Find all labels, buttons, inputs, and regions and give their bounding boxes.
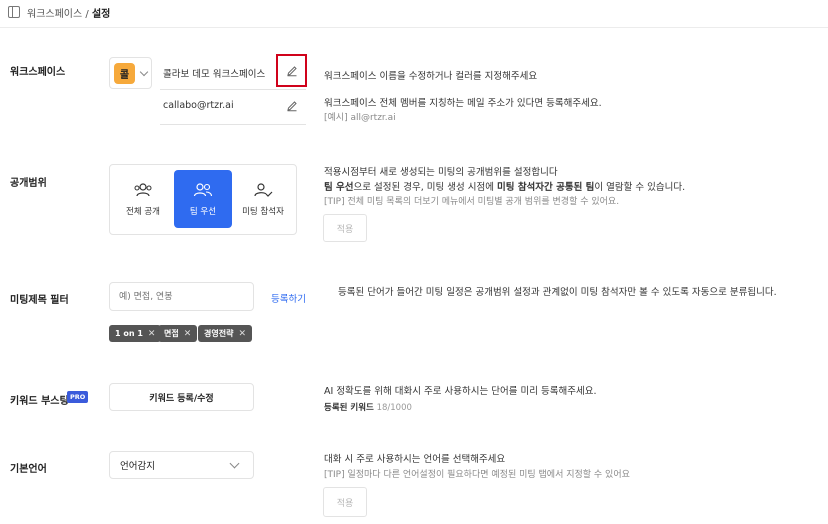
workspace-name-description: 워크스페이스 이름을 수정하거나 컬러를 지정해주세요	[324, 71, 538, 82]
team-icon	[193, 182, 213, 196]
scope-option-label: 팀 우선	[189, 206, 217, 217]
keyword-label: 키워드 부스팅	[10, 396, 69, 407]
close-icon[interactable]: ✕	[184, 329, 192, 339]
filter-label: 미팅제목 필터	[10, 295, 69, 306]
filter-chip: 면접 ✕	[158, 325, 198, 342]
scope-option-team[interactable]: 팀 우선	[174, 170, 232, 228]
keyword-description: AI 정확도를 위해 대화시 주로 사용하시는 단어를 미리 등록해주세요.	[324, 386, 597, 397]
scope-option-label: 미팅 참석자	[242, 206, 284, 217]
color-picker[interactable]: 콜	[109, 57, 152, 89]
filter-chip: 1 on 1 ✕	[109, 325, 162, 342]
scope-apply-button[interactable]: 적용	[323, 214, 367, 242]
scope-bold-team: 팀 우선	[324, 182, 354, 193]
chip-label: 경영전략	[204, 329, 234, 338]
workspace-avatar: 콜	[114, 62, 135, 84]
scope-tip: [TIP] 전체 미팅 목록의 더보기 메뉴에서 미팅별 공개 범위를 변경할 …	[324, 197, 620, 207]
keyword-count-value: 18/1000	[376, 403, 412, 413]
close-icon[interactable]: ✕	[148, 329, 156, 339]
language-select[interactable]: 언어감지	[109, 451, 254, 479]
breadcrumb-separator: /	[85, 9, 89, 20]
group-icon	[134, 182, 152, 196]
name-underline	[160, 89, 306, 90]
filter-input[interactable]	[109, 282, 254, 311]
keyword-count-label: 등록된 키워드	[324, 403, 374, 413]
workspace-name-field[interactable]: 콜라보 데모 워크스페이스	[163, 66, 265, 80]
language-label: 기본언어	[10, 464, 47, 475]
scope-label: 공개범위	[10, 178, 47, 189]
sidebar-toggle-icon[interactable]	[8, 6, 20, 18]
filter-description: 등록된 단어가 들어간 미팅 일정은 공개범위 설정과 관계없이 미팅 참석자만…	[338, 287, 777, 298]
keyword-count: 등록된 키워드 18/1000	[324, 401, 412, 413]
pencil-icon[interactable]	[286, 100, 298, 112]
language-selected-value: 언어감지	[120, 461, 155, 472]
language-tip: [TIP] 일정마다 다른 언어설정이 필요하다면 예정된 미팅 탭에서 지정할…	[324, 470, 630, 480]
scope-option-label: 전체 공개	[126, 206, 160, 217]
scope-description-detail: 팀 우선으로 설정된 경우, 미팅 생성 시점에 미팅 참석자간 공통된 팀이 …	[324, 179, 685, 193]
scope-desc-end: 이 열람할 수 있습니다.	[594, 182, 686, 193]
filter-register-link[interactable]: 등록하기	[271, 291, 306, 305]
pro-badge: PRO	[67, 391, 89, 403]
email-underline	[160, 124, 306, 125]
pencil-icon[interactable]	[286, 65, 298, 77]
chip-label: 면접	[164, 329, 179, 338]
scope-description: 적용시점부터 새로 생성되는 미팅의 공개범위를 설정합니다	[324, 167, 558, 178]
breadcrumb: 워크스페이스 / 설정	[27, 5, 110, 20]
workspace-email-hint: [예시] all@rtzr.ai	[324, 113, 396, 123]
workspace-email-field[interactable]: callabo@rtzr.ai	[163, 100, 234, 111]
attendee-check-icon	[254, 182, 273, 197]
chevron-down-icon	[229, 458, 240, 468]
workspace-email-description: 워크스페이스 전체 멤버를 지칭하는 메일 주소가 있다면 등록해주세요.	[324, 98, 602, 109]
close-icon[interactable]: ✕	[238, 329, 246, 339]
language-apply-button[interactable]: 적용	[323, 487, 367, 517]
chip-label: 1 on 1	[115, 329, 143, 338]
breadcrumb-parent[interactable]: 워크스페이스	[27, 9, 82, 20]
language-description: 대화 시 주로 사용하시는 언어를 선택해주세요	[324, 454, 506, 465]
scope-desc-mid: 으로 설정된 경우, 미팅 생성 시점에	[353, 182, 498, 193]
filter-chip: 경영전략 ✕	[198, 325, 252, 342]
scope-option-all[interactable]: 전체 공개	[113, 170, 173, 228]
chevron-down-icon	[139, 67, 149, 76]
breadcrumb-current: 설정	[91, 9, 111, 20]
keyword-edit-button[interactable]: 키워드 등록/수정	[109, 383, 254, 411]
scope-bold-common: 미팅 참석자간 공통된 팀	[497, 182, 595, 193]
scope-option-attendees[interactable]: 미팅 참석자	[234, 170, 292, 228]
workspace-label: 워크스페이스	[10, 67, 66, 78]
top-bar	[0, 0, 828, 28]
